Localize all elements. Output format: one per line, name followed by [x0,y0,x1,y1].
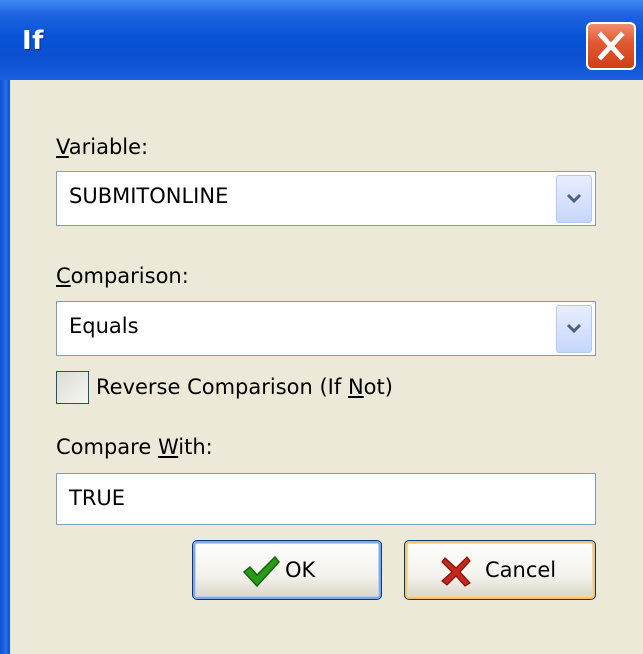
comparison-select[interactable]: Equals [56,301,596,356]
chevron-down-icon [566,193,582,204]
cancel-button-label: Cancel [485,558,557,582]
ok-button-label: OK [285,558,316,582]
title-bar[interactable]: If [0,0,643,80]
close-button[interactable] [586,22,636,70]
window-title: If [22,26,44,56]
comparison-label: Comparison: [56,264,189,288]
variable-value: SUBMITONLINE [69,184,229,208]
compare-with-input[interactable]: TRUE [56,473,596,525]
cancel-button[interactable]: Cancel [404,540,596,600]
comparison-value: Equals [69,314,139,338]
if-dialog: If Variable: SUBMITONLINE Comparison: Eq… [0,0,643,654]
variable-select[interactable]: SUBMITONLINE [56,171,596,226]
close-icon [597,31,625,61]
compare-with-value: TRUE [69,486,126,510]
variable-label: Variable: [56,135,149,159]
checkmark-icon [242,555,280,588]
window-frame [0,80,10,654]
comparison-dropdown-button[interactable] [556,305,592,353]
x-icon [441,556,471,587]
variable-dropdown-button[interactable] [556,175,592,223]
reverse-comparison-label[interactable]: Reverse Comparison (If Not) [96,375,393,399]
reverse-comparison-checkbox[interactable] [56,371,89,404]
chevron-down-icon [566,323,582,334]
compare-with-label: Compare With: [56,435,213,459]
ok-button[interactable]: OK [192,540,382,600]
